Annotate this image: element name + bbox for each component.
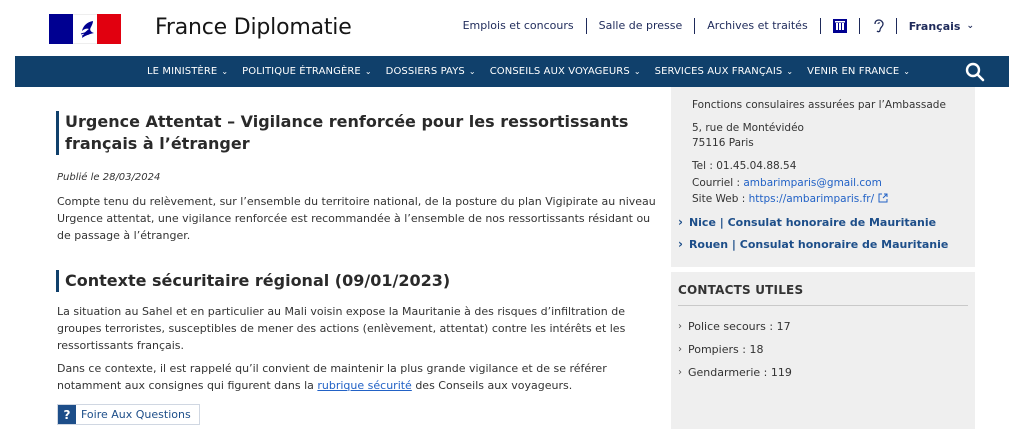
rubrique-securite-link[interactable]: rubrique sécurité [317, 379, 411, 392]
contacts-divider [678, 305, 968, 306]
faq-button[interactable]: ? Foire Aux Questions [57, 404, 200, 425]
link-nice-consulat[interactable]: › Nice | Consulat honoraire de Mauritanie [678, 215, 936, 229]
nav-item-politique[interactable]: POLITIQUE ÉTRANGÈRE ⌄ [235, 66, 379, 77]
website-link[interactable]: https://ambarimparis.fr/ [749, 193, 875, 205]
vigilance-paragraph: Dans ce contexte, il est rappelé qu’il c… [57, 362, 607, 392]
site-title[interactable]: France Diplomatie [155, 15, 352, 40]
search-icon[interactable] [965, 62, 985, 82]
accessibility-building-cell[interactable] [821, 18, 860, 34]
nav-item-dossiers[interactable]: DOSSIERS PAYS ⌄ [379, 66, 483, 77]
consular-functions: Fonctions consulaires assurées par l’Amb… [692, 99, 946, 111]
section-title-security-context: Contexte sécuritaire régional (09/01/202… [56, 270, 506, 292]
website-line: Site Web : https://ambarimparis.fr/ [692, 192, 888, 207]
chevron-down-icon: ⌄ [633, 67, 641, 76]
question-mark-icon: ? [58, 405, 76, 424]
contact-police: › Police secours : 17 [678, 320, 791, 333]
external-link-icon [878, 193, 888, 203]
email-link[interactable]: ambarimparis@gmail.com [743, 177, 881, 189]
telephone: Tel : 01.45.04.88.54 [692, 160, 797, 172]
nav-item-venir[interactable]: VENIR EN FRANCE ⌄ [800, 66, 917, 77]
chevron-right-icon: › [678, 215, 683, 229]
language-label: Français [908, 19, 961, 33]
address-line1: 5, rue de Montévidéo [692, 122, 804, 134]
link-archives[interactable]: Archives et traités [695, 18, 821, 34]
security-paragraph: La situation au Sahel et en particulier … [57, 305, 626, 352]
faq-label: Foire Aux Questions [81, 408, 191, 421]
published-date: Publié le 28/03/2024 [57, 172, 161, 183]
contact-pompiers: › Pompiers : 18 [678, 343, 764, 356]
republique-francaise-logo[interactable] [49, 14, 121, 44]
email-line: Courriel : ambarimparis@gmail.com [692, 177, 882, 189]
page-title: Urgence Attentat – Vigilance renforcée p… [56, 111, 646, 155]
nav-item-conseils[interactable]: CONSEILS AUX VOYAGEURS ⌄ [483, 66, 648, 77]
nav-item-ministere[interactable]: LE MINISTÈRE ⌄ [140, 66, 235, 77]
hearing-cell[interactable] [860, 18, 897, 34]
main-navigation: LE MINISTÈRE ⌄ POLITIQUE ÉTRANGÈRE ⌄ DOSSI… [15, 56, 1009, 87]
link-emplois[interactable]: Emplois et concours [451, 18, 587, 34]
building-icon [832, 19, 847, 33]
intro-paragraph: Compte tenu du relèvement, sur l’ensembl… [57, 195, 656, 242]
contact-gendarmerie: › Gendarmerie : 119 [678, 366, 792, 379]
chevron-down-icon: ⌄ [786, 67, 794, 76]
chevron-down-icon: ⌄ [364, 67, 372, 76]
marianne-icon [80, 21, 94, 38]
site-header: France Diplomatie Emplois et concours Sa… [0, 0, 1024, 56]
language-selector[interactable]: Français ⌄ [897, 20, 974, 33]
chevron-right-icon: › [678, 237, 683, 251]
link-salle-presse[interactable]: Salle de presse [587, 18, 696, 34]
contacts-title: CONTACTS UTILES [678, 283, 804, 297]
nav-item-services[interactable]: SERVICES AUX FRANÇAIS ⌄ [648, 66, 801, 77]
chevron-down-icon: ⌄ [966, 21, 974, 31]
chevron-down-icon: ⌄ [903, 67, 911, 76]
chevron-right-icon: › [678, 321, 682, 332]
chevron-down-icon: ⌄ [221, 67, 229, 76]
address-line2: 75116 Paris [692, 137, 754, 149]
sidebar-divider [671, 267, 975, 272]
ear-icon [874, 19, 884, 33]
chevron-down-icon: ⌄ [468, 67, 476, 76]
chevron-right-icon: › [678, 367, 682, 378]
chevron-right-icon: › [678, 344, 682, 355]
sidebar: Fonctions consulaires assurées par l’Amb… [671, 87, 975, 429]
top-links: Emplois et concours Salle de presse Arch… [451, 18, 974, 34]
link-rouen-consulat[interactable]: › Rouen | Consulat honoraire de Mauritani… [678, 237, 948, 251]
